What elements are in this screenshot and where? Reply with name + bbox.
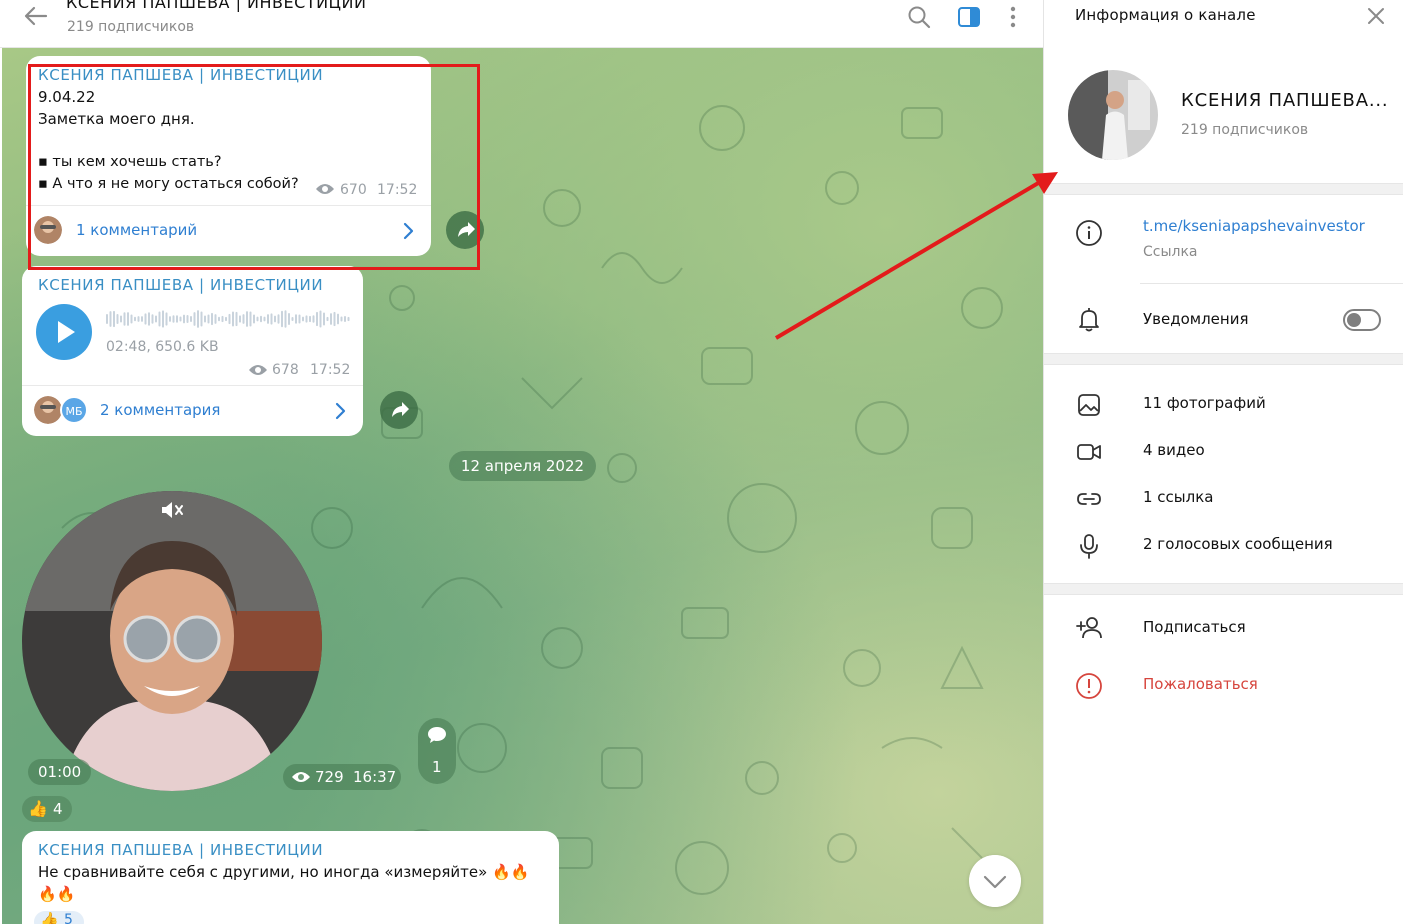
- video-meta: 729 16:37: [283, 764, 401, 790]
- section-divider: [1044, 183, 1403, 195]
- views-eye-icon: [292, 772, 310, 782]
- info-icon: [1076, 220, 1102, 246]
- message-text-line2: 🔥🔥: [38, 885, 76, 903]
- reaction-chip[interactable]: 👍 4: [22, 796, 72, 822]
- message-channel-name[interactable]: КСЕНИЯ ПАПШЕВА | ИНВЕСТИЦИИ: [38, 841, 323, 859]
- views-eye-icon: [249, 365, 267, 375]
- subscribe-button[interactable]: Подписаться: [1143, 618, 1246, 636]
- chevron-right-icon[interactable]: [332, 402, 348, 420]
- message-text: Не сравнивайте себя с другими, но иногда…: [38, 863, 530, 881]
- back-arrow-icon[interactable]: [22, 2, 50, 30]
- sidebar-toggle-icon[interactable]: [956, 4, 982, 30]
- video-frame: [22, 491, 322, 791]
- comment-bubble-icon: [428, 727, 446, 743]
- search-icon[interactable]: [906, 4, 932, 30]
- comments-separator: [22, 385, 363, 386]
- annotation-highlight-box: [28, 64, 480, 270]
- reaction-count: 5: [64, 912, 73, 924]
- channel-link-label: Ссылка: [1143, 244, 1198, 260]
- row-separator: [1140, 283, 1403, 284]
- chat-pane: КСЕНИЯ ПАПШЕВА | ИНВЕСТИЦИИ 219 подписчи…: [0, 0, 1043, 924]
- channel-avatar[interactable]: [1068, 70, 1158, 160]
- voice-duration-size: 02:48, 650.6 KB: [106, 339, 219, 355]
- channel-name: КСЕНИЯ ПАПШЕВА...: [1181, 90, 1389, 111]
- media-voice-messages[interactable]: 2 голосовых сообщения: [1143, 535, 1333, 553]
- photo-icon: [1078, 394, 1100, 416]
- video-icon: [1077, 444, 1101, 460]
- media-photos[interactable]: 11 фотографий: [1143, 394, 1266, 412]
- video-duration: 01:00: [28, 759, 92, 785]
- notifications-label: Уведомления: [1143, 310, 1249, 328]
- comments-link[interactable]: 2 комментария: [100, 401, 220, 419]
- microphone-icon: [1080, 534, 1098, 559]
- channel-info-panel: Информация о канале КСЕНИЯ ПАПШЕВА... 21…: [1043, 0, 1403, 924]
- view-count: 729: [315, 768, 344, 786]
- chat-title[interactable]: КСЕНИЯ ПАПШЕВА | ИНВЕСТИЦИИ: [66, 0, 366, 12]
- thumbs-up-icon: 👍: [40, 911, 59, 924]
- comment-counter-button[interactable]: 1: [418, 718, 456, 784]
- report-warning-icon: [1076, 673, 1102, 699]
- commenter-avatar: [34, 396, 62, 424]
- play-button[interactable]: [36, 304, 92, 360]
- media-links[interactable]: 1 ссылка: [1143, 488, 1214, 506]
- message-bubble[interactable]: КСЕНИЯ ПАПШЕВА | ИНВЕСТИЦИИ 02:48, 650.6…: [22, 266, 363, 436]
- voice-waveform[interactable]: [106, 308, 352, 330]
- chat-subtitle: 219 подписчиков: [67, 19, 195, 35]
- section-divider: [1044, 353, 1403, 365]
- commenter-avatar-initials: МБ: [60, 396, 88, 424]
- reaction-count: 4: [53, 800, 63, 818]
- message-time: 17:52: [310, 362, 351, 378]
- forward-button[interactable]: [380, 391, 418, 429]
- add-user-icon: [1076, 617, 1102, 639]
- thumbs-up-icon: 👍: [28, 799, 48, 818]
- reaction-chip[interactable]: 👍 5: [34, 911, 84, 924]
- channel-link[interactable]: t.me/kseniapapshevainvestor: [1143, 217, 1365, 235]
- comment-count: 1: [432, 758, 442, 776]
- message-bubble[interactable]: КСЕНИЯ ПАПШЕВА | ИНВЕСТИЦИИ Не сравнивай…: [22, 831, 559, 924]
- muted-speaker-icon[interactable]: [160, 499, 184, 521]
- scroll-down-button[interactable]: [969, 855, 1021, 907]
- message-channel-name[interactable]: КСЕНИЯ ПАПШЕВА | ИНВЕСТИЦИИ: [38, 276, 323, 294]
- bell-icon: [1079, 308, 1099, 332]
- round-video-message[interactable]: [22, 491, 322, 791]
- info-panel-title: Информация о канале: [1075, 6, 1256, 24]
- more-vertical-icon[interactable]: [1000, 4, 1026, 30]
- link-icon: [1077, 493, 1101, 505]
- message-time: 16:37: [353, 768, 397, 786]
- media-videos[interactable]: 4 видео: [1143, 441, 1205, 459]
- section-divider: [1044, 583, 1403, 595]
- date-separator: 12 апреля 2022: [449, 451, 596, 481]
- notifications-toggle[interactable]: [1343, 309, 1381, 331]
- chat-header: КСЕНИЯ ПАПШЕВА | ИНВЕСТИЦИИ 219 подписчи…: [0, 0, 1043, 48]
- view-count: 678: [272, 362, 299, 378]
- close-icon[interactable]: [1366, 6, 1386, 26]
- report-button[interactable]: Пожаловаться: [1143, 675, 1258, 693]
- channel-subscribers: 219 подписчиков: [1181, 122, 1309, 138]
